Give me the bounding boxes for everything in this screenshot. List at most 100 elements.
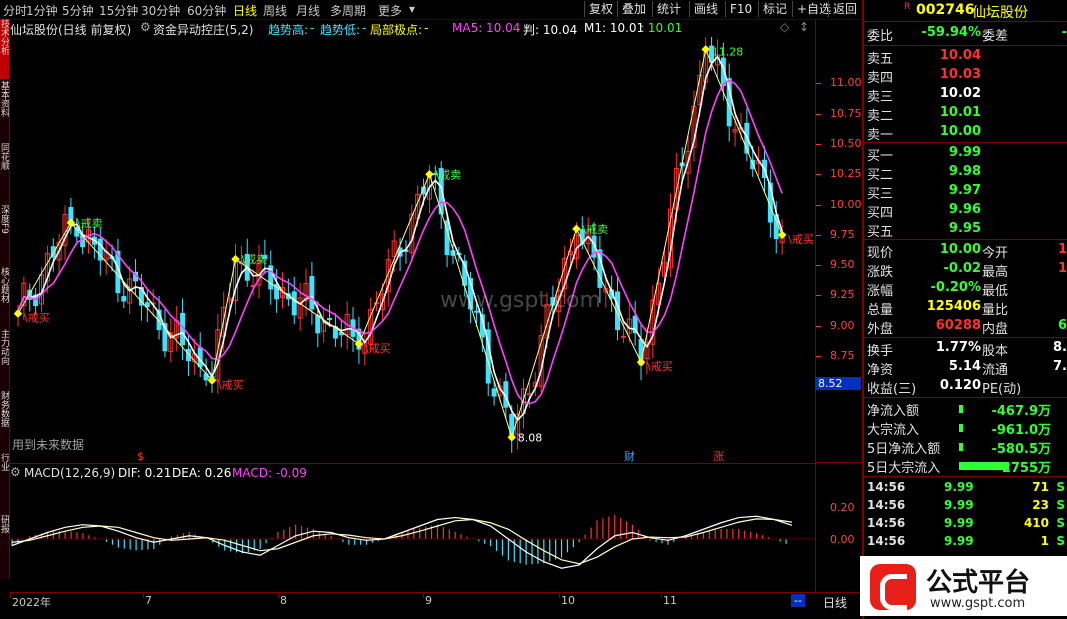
timeframe-10[interactable]: 更多 [378,2,402,19]
macd-label[interactable]: MACD(12,26,9) [24,466,115,480]
candle-body [315,314,321,334]
toolbar-button-2[interactable]: 统计 [652,1,685,17]
price-tick-5: 9.75 [830,227,855,241]
local-extreme-value: - [424,21,429,35]
tick-row: 14:56 9.99 23 S [864,498,1067,516]
price-tick-4: 10.00 [830,197,862,211]
tick-time: 14:56 [867,534,906,548]
weibi-value: -59.94% [921,25,981,40]
quote-panel: R 002746 仙坛股份 委比 -59.94% 委差 - 卖五 10.04 卖四 10.03 卖三 1… [862,0,1067,619]
extreme-marker [354,339,364,349]
finance-value: 1.77% [935,340,981,355]
flow-bar [959,405,963,413]
bid-row[interactable]: 买二 9.98 [864,164,1067,183]
toolbar-button-1[interactable]: 叠加 [617,1,650,17]
ask-row[interactable]: 卖一 10.00 [864,124,1067,143]
tick-vol: 71 [1032,480,1049,494]
time-label-2: 8 [280,594,287,607]
candle-body [291,291,297,316]
timeframe-9[interactable]: 多周期 [330,2,366,19]
finance-row: 收益(三) 0.120 PE(动) [864,378,1067,397]
side-tab-3[interactable]: 深度F9 [0,205,9,265]
price-tick-mark-8 [816,325,821,327]
time-tick-mark-5 [661,593,662,598]
stock-code[interactable]: 002746 [916,2,974,18]
side-tab-8[interactable]: 研报 [0,515,9,575]
timeframe-0[interactable]: 分时 [3,2,27,19]
quote-row: 外盘 60288 内盘 6 [864,318,1067,337]
diamond-icon[interactable]: ◇ [780,20,789,34]
bid-row[interactable]: 买五 9.95 [864,221,1067,240]
bid-label: 买二 [867,168,894,183]
flow-row: 5日净流入额 -580.5万 [864,438,1067,457]
toolbar-button-3[interactable]: 画线 [689,1,722,17]
toolbar-button-7[interactable]: 返回 [828,1,861,17]
candle-body [309,276,315,310]
toolbar-button-0[interactable]: 复权 [584,1,617,17]
ask-row[interactable]: 卖二 10.01 [864,105,1067,124]
timeframe-3[interactable]: 15分钟 [99,2,138,19]
dea-line [11,518,793,565]
bid-label: 买一 [867,149,894,164]
indicator-name[interactable]: 资金异动控庄(5,2) [153,21,253,38]
timeframe-6[interactable]: 日线 [233,2,257,19]
quote-label: 总量 [867,303,894,318]
stock-name[interactable]: 仙坛股份 [972,2,1028,22]
tick-row: 14:56 9.99 410 S [864,516,1067,534]
dif-value: DIF: 0.21 [118,466,172,480]
timeframe-7[interactable]: 周线 [263,2,287,19]
side-tab-5[interactable]: 主力动向 [0,329,9,389]
side-tab-6[interactable]: 财务数据 [0,391,9,451]
toolbar-button-5[interactable]: 标记 [758,1,791,17]
expand-icon[interactable]: ↕ [799,20,809,34]
logo-text: 公式平台 [926,568,1031,598]
bid-row[interactable]: 买三 9.97 [864,183,1067,202]
chart-title[interactable]: 仙坛股份(日线 前复权) [10,21,131,38]
ask-row[interactable]: 卖三 10.02 [864,86,1067,105]
bid-label: 买四 [867,206,894,221]
side-tab-1[interactable]: 基本资料 [0,81,9,141]
bid-row[interactable]: 买一 9.99 [864,145,1067,164]
timeframe-8[interactable]: 月线 [296,2,320,19]
ma5-value: MA5: 10.04 [452,21,521,35]
finance-label: 换手 [867,344,894,359]
timeframe-1[interactable]: 1分钟 [26,2,58,19]
side-tab-7[interactable]: 行业 [0,453,9,513]
weibi-row: 委比 -59.94% 委差 - [864,25,1067,44]
bid-row[interactable]: 买四 9.96 [864,202,1067,221]
finance-value: 5.14 [948,359,981,374]
side-tab-2[interactable]: 同花顺 [0,143,9,203]
timeframe-4[interactable]: 30分钟 [141,2,180,19]
price-tick-8: 9.00 [830,318,855,332]
indicator-gear-icon[interactable]: ⚙ [140,20,151,34]
gspt-logo: 公式平台 www.gspt.com [860,556,1067,616]
period-label[interactable]: 日线 [823,594,847,611]
ask-price: 10.04 [939,48,981,63]
side-tab-0[interactable]: 技术分析 [0,19,9,79]
ask-label: 卖二 [867,109,894,124]
tick-price: 9.99 [944,480,974,494]
sell-signal-label: \戒卖 [582,223,608,236]
flow-row: 大宗流入 -961.0万 [864,419,1067,438]
kline-chart[interactable]: \戒买 \戒卖 \戒买 \戒卖 \戒买 \戒卖 8.08 \戒卖 \戒买 11.28 \戒买用到未来… [10,37,815,462]
price-tick-mark-3 [816,174,821,176]
price-axis: 11.00 10.75 10.50 10.25 10.00 9.75 9.50 9.25 9.0… [815,19,863,462]
more-dropdown-icon[interactable]: ▾ [409,2,415,16]
macd-gear-icon[interactable]: ⚙ [10,465,21,479]
timeframe-2[interactable]: 5分钟 [62,2,94,19]
toolbar-button-4[interactable]: F10 [725,1,756,17]
time-label-5: 11 [663,594,677,607]
side-tab-4[interactable]: 核心题材 [0,267,9,327]
weicha-label: 委差 [982,29,1009,44]
tick-side: S [1056,480,1065,494]
price-tick-mark-7 [816,295,821,297]
ask-row[interactable]: 卖五 10.04 [864,48,1067,67]
flow-value: -961.0万 [991,423,1051,438]
quote-row: 总量 125406 量比 [864,299,1067,318]
timeframe-5[interactable]: 60分钟 [187,2,226,19]
macd-chart[interactable] [10,479,815,591]
tick-time: 14:56 [867,480,906,494]
quote-label: 涨幅 [867,284,894,299]
weibi-label: 委比 [867,29,894,44]
ask-row[interactable]: 卖四 10.03 [864,67,1067,86]
